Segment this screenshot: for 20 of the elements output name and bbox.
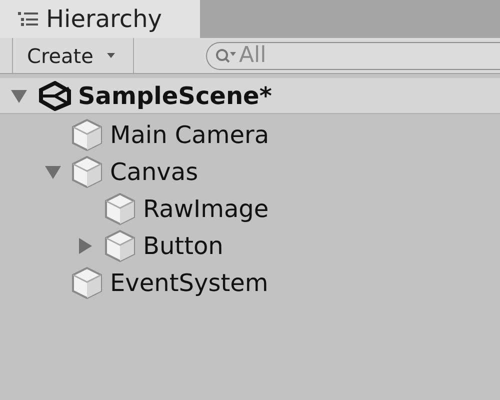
dropdown-caret-icon	[107, 53, 116, 58]
search-icon[interactable]	[215, 48, 237, 64]
cube-icon	[104, 192, 136, 226]
list-icon	[18, 11, 38, 27]
expand-arrow-icon[interactable]	[44, 164, 62, 180]
cube-icon	[71, 154, 103, 188]
hierarchy-tab[interactable]: Hierarchy	[0, 0, 200, 38]
expand-arrow-icon[interactable]	[10, 88, 28, 104]
cube-icon	[71, 266, 103, 300]
object-name[interactable]: Main Camera	[110, 122, 270, 146]
collapse-arrow-icon[interactable]	[77, 236, 93, 254]
object-name[interactable]: RawImage	[143, 196, 269, 220]
search-field[interactable]: All	[206, 42, 500, 70]
unity-logo-icon	[38, 80, 72, 110]
cube-icon	[71, 118, 103, 152]
object-name[interactable]: Button	[143, 234, 224, 258]
object-name[interactable]: EventSystem	[110, 270, 268, 294]
cube-icon	[104, 228, 136, 262]
object-name[interactable]: Canvas	[110, 160, 198, 184]
create-button[interactable]: Create	[12, 38, 134, 73]
